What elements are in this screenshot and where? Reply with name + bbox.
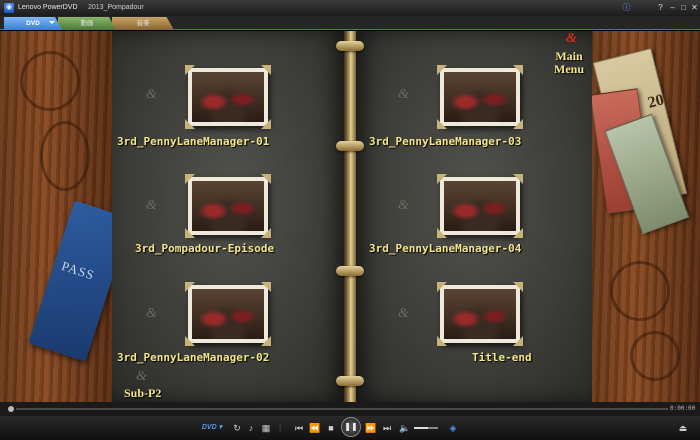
chapter-link[interactable]: 3rd_PennyLaneManager-01 bbox=[117, 135, 269, 148]
chapter-link[interactable]: 3rd_PennyLaneManager-03 bbox=[369, 135, 521, 148]
audio-track-icon[interactable]: ♪ bbox=[244, 420, 258, 436]
chevron-down-icon[interactable] bbox=[49, 21, 55, 24]
chapter-thumbnail-image bbox=[192, 289, 264, 339]
ornament-icon: & bbox=[566, 31, 577, 46]
ornament-icon: & bbox=[146, 198, 157, 213]
repeat-icon[interactable]: ↻ bbox=[230, 420, 244, 436]
chapter-thumbnail[interactable] bbox=[185, 282, 271, 346]
chapter-thumbnail-image bbox=[444, 72, 516, 122]
floral-swirl bbox=[20, 51, 80, 111]
previous-chapter-icon[interactable]: ⏮ bbox=[292, 420, 306, 436]
info-icon[interactable]: ⓘ bbox=[621, 2, 632, 14]
tab-dvd-label: DVD bbox=[26, 20, 40, 27]
minimize-button[interactable]: – bbox=[667, 2, 678, 14]
seek-track[interactable] bbox=[16, 408, 668, 410]
document-title: 2013_Pompadour bbox=[88, 4, 144, 11]
playback-controls: DVD ▾ ↻ ♪ ▦ ⫶ ⏮ ⏪ ■ ❚❚ ⏩ ⏭ 🔈 ◈ ⏏ bbox=[0, 416, 700, 440]
binder-spine bbox=[344, 31, 356, 402]
binder-ring bbox=[336, 266, 364, 276]
rewind-icon[interactable]: ⏪ bbox=[308, 420, 322, 436]
chapter-thumbnail[interactable] bbox=[437, 282, 523, 346]
menu-grid-icon[interactable]: ▦ bbox=[259, 420, 273, 436]
floral-swirl bbox=[40, 121, 90, 191]
ornament-icon: & bbox=[146, 306, 157, 321]
dvd-menu-stage: PASS 20 & 3rd_PennyLaneManager-01 & 3rd_… bbox=[0, 31, 700, 402]
help-button[interactable]: ? bbox=[655, 2, 666, 14]
ornament-icon: & bbox=[136, 369, 147, 384]
maximize-button[interactable]: □ bbox=[678, 2, 689, 14]
dvd-source-button[interactable]: DVD ▾ bbox=[200, 420, 224, 436]
app-title: Lenovo PowerDVD bbox=[18, 4, 78, 11]
chapter-link[interactable]: 3rd_PennyLaneManager-04 bbox=[369, 242, 521, 255]
chapter-thumbnail[interactable] bbox=[437, 174, 523, 238]
sub-menu-button[interactable]: Sub-P2 bbox=[124, 386, 161, 401]
ornament-icon: & bbox=[398, 87, 409, 102]
tab-music-label: 音楽 bbox=[136, 20, 150, 27]
chapter-link[interactable]: 3rd_PennyLaneManager-02 bbox=[117, 351, 269, 364]
main-menu-button[interactable]: Main Menu bbox=[548, 50, 590, 76]
eject-icon[interactable]: ⏏ bbox=[676, 420, 690, 436]
fast-forward-icon[interactable]: ⏩ bbox=[364, 420, 378, 436]
volume-slider-fill bbox=[414, 427, 429, 429]
chapter-link[interactable]: Title-end bbox=[472, 351, 532, 364]
binder-ring bbox=[336, 376, 364, 386]
ornament-icon: & bbox=[398, 198, 409, 213]
time-display: 0:00:00 bbox=[670, 405, 696, 412]
close-button[interactable]: ✕ bbox=[689, 2, 700, 14]
dvd-source-label: DVD bbox=[201, 424, 217, 431]
binder-ring bbox=[336, 41, 364, 51]
chapter-link[interactable]: 3rd_Pompadour-Episode bbox=[135, 242, 274, 255]
tab-music[interactable]: 音楽 bbox=[112, 17, 174, 30]
chapter-thumbnail[interactable] bbox=[185, 65, 271, 129]
tab-video-label: 動画 bbox=[80, 20, 94, 27]
volume-icon[interactable]: 🔈 bbox=[398, 420, 412, 436]
floral-swirl bbox=[630, 331, 680, 381]
seek-handle[interactable] bbox=[8, 406, 14, 412]
chapter-thumbnail-image bbox=[192, 72, 264, 122]
tab-dvd[interactable]: DVD bbox=[4, 17, 62, 30]
next-chapter-icon[interactable]: ⏭ bbox=[380, 420, 394, 436]
title-bar: ◉ Lenovo PowerDVD 2013_Pompadour ⓘ ? – □… bbox=[0, 0, 700, 16]
ornament-icon: & bbox=[398, 306, 409, 321]
chapter-thumbnail[interactable] bbox=[437, 65, 523, 129]
stop-icon[interactable]: ■ bbox=[324, 420, 338, 436]
seek-bar[interactable]: 0:00:00 bbox=[0, 402, 700, 416]
true-theater-icon[interactable]: ◈ bbox=[446, 420, 460, 436]
tab-video[interactable]: 動画 bbox=[58, 17, 116, 30]
floral-swirl bbox=[610, 261, 670, 321]
chapter-thumbnail-image bbox=[444, 181, 516, 231]
tab-bar: 音楽 動画 DVD bbox=[0, 16, 700, 30]
chapter-thumbnail[interactable] bbox=[185, 174, 271, 238]
powerdvd-logo-icon: ◉ bbox=[4, 3, 14, 13]
chapter-thumbnail-image bbox=[192, 181, 264, 231]
chapter-thumbnail-image bbox=[444, 289, 516, 339]
passport-text: PASS bbox=[59, 258, 97, 283]
ornament-icon: & bbox=[146, 87, 157, 102]
pause-button[interactable]: ❚❚ bbox=[341, 417, 361, 437]
settings-icon[interactable]: ⫶ bbox=[273, 420, 287, 436]
binder-ring bbox=[336, 141, 364, 151]
volume-slider[interactable] bbox=[414, 427, 438, 429]
